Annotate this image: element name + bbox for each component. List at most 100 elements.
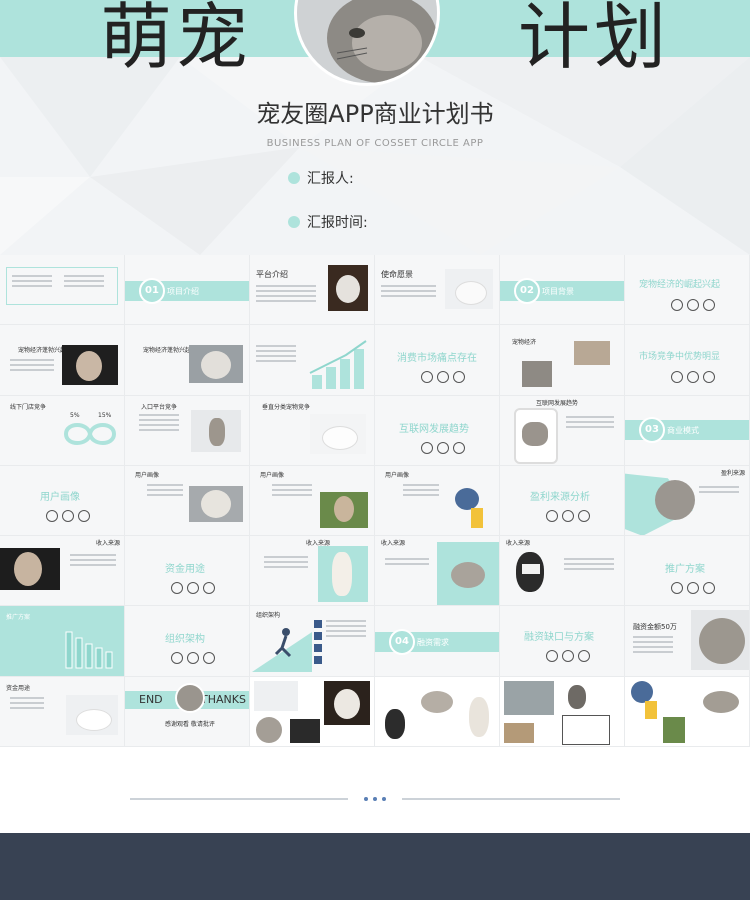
slide-thumb-mission[interactable]: 使命愿景 (375, 255, 499, 325)
slide-thumb-photos-2[interactable] (375, 676, 499, 747)
slide-thumb-competition[interactable]: 市场竞争中优势明显 (625, 325, 749, 395)
slide-thumb-photos-3[interactable] (500, 676, 624, 747)
pct-label: 5% (70, 411, 80, 419)
slide-thumb-users-4[interactable]: 用户画像 (375, 465, 499, 536)
slide-thumb-section-01[interactable]: 01 项目介绍 (125, 255, 249, 325)
slide-thumb-users-3[interactable]: 用户画像 (250, 465, 374, 536)
slide-title: 收入来源 (506, 540, 531, 548)
slide-title: 收入来源 (381, 540, 406, 548)
slide-title: 使命愿景 (381, 270, 413, 279)
slide-title: 消费市场痛点存在 (397, 353, 477, 365)
kitten-photo (699, 685, 743, 715)
hooded-cat-photo (451, 487, 485, 528)
slide-thumbnail-grid: 01 项目介绍 平台介绍 使命愿景 02 项目背景 宠物经济的崛起兴起 宠物经济… (0, 255, 750, 747)
slide-thumb-toc[interactable] (0, 255, 124, 325)
slide-thumb-growth-chart[interactable] (250, 325, 374, 395)
slide-title: 资金用途 (165, 564, 205, 576)
room-photo (574, 341, 610, 366)
husky-photo (522, 361, 552, 388)
text-lines (139, 413, 179, 434)
slide-thumb-org-structure-2[interactable]: 组织架构 (250, 606, 374, 676)
slide-thumb-vertical-competition[interactable]: 垂直分类宠物竞争 (250, 395, 374, 465)
slide-title: 垂直分类宠物竞争 (262, 403, 311, 411)
slide-title: 互联网发展趋势 (399, 423, 469, 435)
icon-row (546, 650, 590, 663)
section-label: 融资需求 (417, 638, 449, 648)
slide-title: 线下门店竞争 (10, 403, 47, 411)
husky-photo (564, 681, 590, 711)
cat-photo (66, 694, 118, 735)
slide-thumb-promotion[interactable]: 推广方案 (625, 536, 749, 606)
slide-title: 用户画像 (260, 471, 285, 479)
slide-thumb-fund-use[interactable]: 资金用途 (125, 536, 249, 606)
slide-title: 用户画像 (385, 471, 410, 479)
framed-kitten-photo (562, 714, 610, 745)
slide-title: 平台介绍 (256, 270, 288, 279)
slide-thumb-users[interactable]: 用户画像 (0, 465, 124, 536)
slide-thumb-offline-stores[interactable]: 线下门店竞争 5% 15% (0, 395, 124, 465)
section-divider (130, 797, 620, 801)
report-time-row: 汇报时间: (288, 212, 368, 232)
text-lines (256, 285, 316, 305)
end-text: END (139, 692, 163, 706)
slide-thumb-funding-gap[interactable]: 融资缺口与方案 (500, 606, 624, 676)
text-lines (147, 483, 183, 499)
hero-big-right-text: 计划 (518, 0, 671, 78)
section-number: 01 (139, 278, 165, 304)
slide-thumb-section-02[interactable]: 02 项目背景 (500, 255, 624, 325)
slide-thumb-income-3[interactable]: 收入来源 (375, 536, 499, 606)
hooded-cat-photo (627, 679, 657, 719)
slide-thumb-pet-economy-4[interactable]: 宠物经济 (500, 325, 624, 395)
slide-thumb-internet-trend-2[interactable]: 互联网发展趋势 (500, 395, 624, 465)
slide-thumb-section-03[interactable]: 03 商业模式 (625, 395, 749, 465)
slide-thumb-profit-source-2[interactable]: 盈利来源 (625, 465, 749, 536)
slide-thumb-pet-economy[interactable]: 宠物经济的崛起兴起 (625, 255, 749, 325)
slide-thumb-photos-1[interactable] (250, 676, 374, 747)
slide-thumb-pain-points[interactable]: 消费市场痛点存在 (375, 325, 499, 395)
slide-thumb-photos-4[interactable] (625, 676, 749, 747)
text-lines (699, 485, 739, 496)
slide-thumb-org-structure[interactable]: 组织架构 (125, 606, 249, 676)
slide-thumb-profit-source[interactable]: 盈利来源分析 (500, 465, 624, 536)
toc-lines (12, 275, 52, 290)
slide-title: 宠物经济 (512, 339, 537, 347)
slide-thumb-income-2[interactable]: 收入来源 (250, 536, 374, 606)
slide-thumb-end[interactable]: END THANKS 感谢观看 敬请批评 (125, 676, 249, 747)
bar-chart-graphic (65, 631, 113, 669)
slide-thumb-section-04[interactable]: 04 融资需求 (375, 606, 499, 676)
slide-title: 市场竞争中优势明显 (639, 352, 721, 363)
slide-thumb-promotion-2[interactable]: 推广方案 (0, 606, 124, 676)
text-lines (564, 558, 614, 573)
icon-row (171, 652, 215, 665)
slide-thumb-income-4[interactable]: 收入来源 (500, 536, 624, 606)
slide-thumb-funding-amount[interactable]: 融资金额50万 (625, 606, 749, 676)
text-lines (566, 415, 614, 431)
cat-photo (328, 265, 368, 311)
slide-title: 用户画像 (135, 471, 160, 479)
slide-title: 宠物经济蓬勃兴起 (143, 347, 192, 355)
section-label: 项目介绍 (167, 287, 199, 296)
slide-thumb-users-2[interactable]: 用户画像 (125, 465, 249, 536)
hero-polygon-background (0, 57, 750, 255)
footer-bar (0, 833, 750, 900)
rabbit-photo (320, 491, 368, 528)
slide-thumb-internet-trend[interactable]: 互联网发展趋势 (375, 395, 499, 465)
slide-thumb-pet-economy-2[interactable]: 宠物经济蓬勃兴起 (0, 325, 124, 395)
slide-thumb-platform-intro[interactable]: 平台介绍 (250, 255, 374, 325)
slide-thumb-income[interactable]: 收入来源 (0, 536, 124, 606)
slide-thumb-portal-competition[interactable]: 入口平台竞争 (125, 395, 249, 465)
slide-title: 盈利来源分析 (530, 491, 590, 503)
hero-subtitle: BUSINESS PLAN OF COSSET CIRCLE APP (266, 138, 484, 149)
slide-thumb-pet-economy-3[interactable]: 宠物经济蓬勃兴起 (125, 325, 249, 395)
reporter-row: 汇报人: (288, 168, 354, 188)
slide-title: 推广方案 (665, 564, 705, 576)
icon-row (421, 371, 465, 384)
cat-photo-circle-small (175, 682, 205, 713)
toc-lines (64, 275, 104, 290)
runner-stairs-graphic (252, 628, 312, 673)
slide-thumb-fund-use-2[interactable]: 资金用途 (0, 676, 124, 747)
dog-photo (290, 718, 320, 743)
text-lines (264, 556, 308, 571)
cat-photo (445, 269, 493, 309)
slide-title: 收入来源 (96, 540, 121, 548)
